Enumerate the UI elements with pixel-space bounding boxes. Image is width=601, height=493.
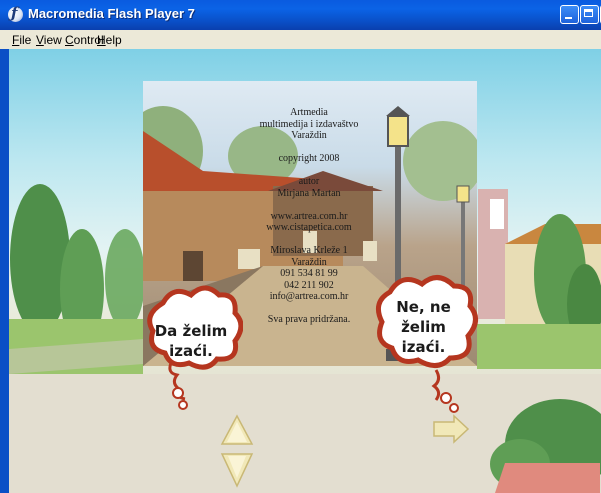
no-cloud-line: izaći. xyxy=(401,338,446,356)
arrow-up-icon[interactable] xyxy=(220,414,254,448)
window-title: Macromedia Flash Player 7 xyxy=(28,6,195,21)
credit-line: multimedija i izdavaštvo xyxy=(259,118,359,130)
credit-line: Varaždin xyxy=(291,130,327,141)
credit-line: Varaždin xyxy=(291,256,327,268)
arrow-down-icon[interactable] xyxy=(220,450,254,490)
no-exit-button[interactable]: Ne, ne želim izaći. xyxy=(366,270,481,415)
credit-line xyxy=(199,234,419,246)
menu-help[interactable]: Help xyxy=(97,33,122,47)
credit-line: Artmedia xyxy=(290,107,328,118)
credit-line xyxy=(199,142,419,154)
window-border-left xyxy=(0,49,9,493)
credit-line: Mirjana Martan xyxy=(277,187,341,199)
no-cloud-text: Ne, ne želim izaći. xyxy=(376,297,471,357)
no-cloud-line: želim xyxy=(401,318,446,336)
menu-bar: File View Control Help xyxy=(0,30,601,49)
credit-line: www.cistapetica.com xyxy=(266,222,352,233)
arrow-right-icon[interactable] xyxy=(432,414,470,444)
yes-cloud-line: Da želim xyxy=(154,322,228,340)
yes-cloud-line: izaći. xyxy=(169,342,213,360)
yes-exit-button[interactable]: Da želim izaći. xyxy=(143,283,243,413)
menu-view[interactable]: View xyxy=(36,33,62,47)
yes-cloud-text: Da želim izaći. xyxy=(145,321,237,361)
menu-file[interactable]: File xyxy=(12,33,31,47)
title-bar: Macromedia Flash Player 7 xyxy=(0,0,601,30)
credit-line: copyright 2008 xyxy=(278,153,340,164)
flash-player-icon xyxy=(8,4,23,22)
credit-line: autor xyxy=(298,176,320,187)
maximize-button[interactable] xyxy=(580,5,599,24)
credit-line xyxy=(199,165,419,177)
credit-line: Miroslava Krleže 1 xyxy=(270,245,348,256)
minimize-button[interactable] xyxy=(560,5,579,24)
no-cloud-line: Ne, ne xyxy=(396,298,451,316)
credit-line xyxy=(199,199,419,211)
credit-line: www.artrea.com.hr xyxy=(270,210,348,222)
